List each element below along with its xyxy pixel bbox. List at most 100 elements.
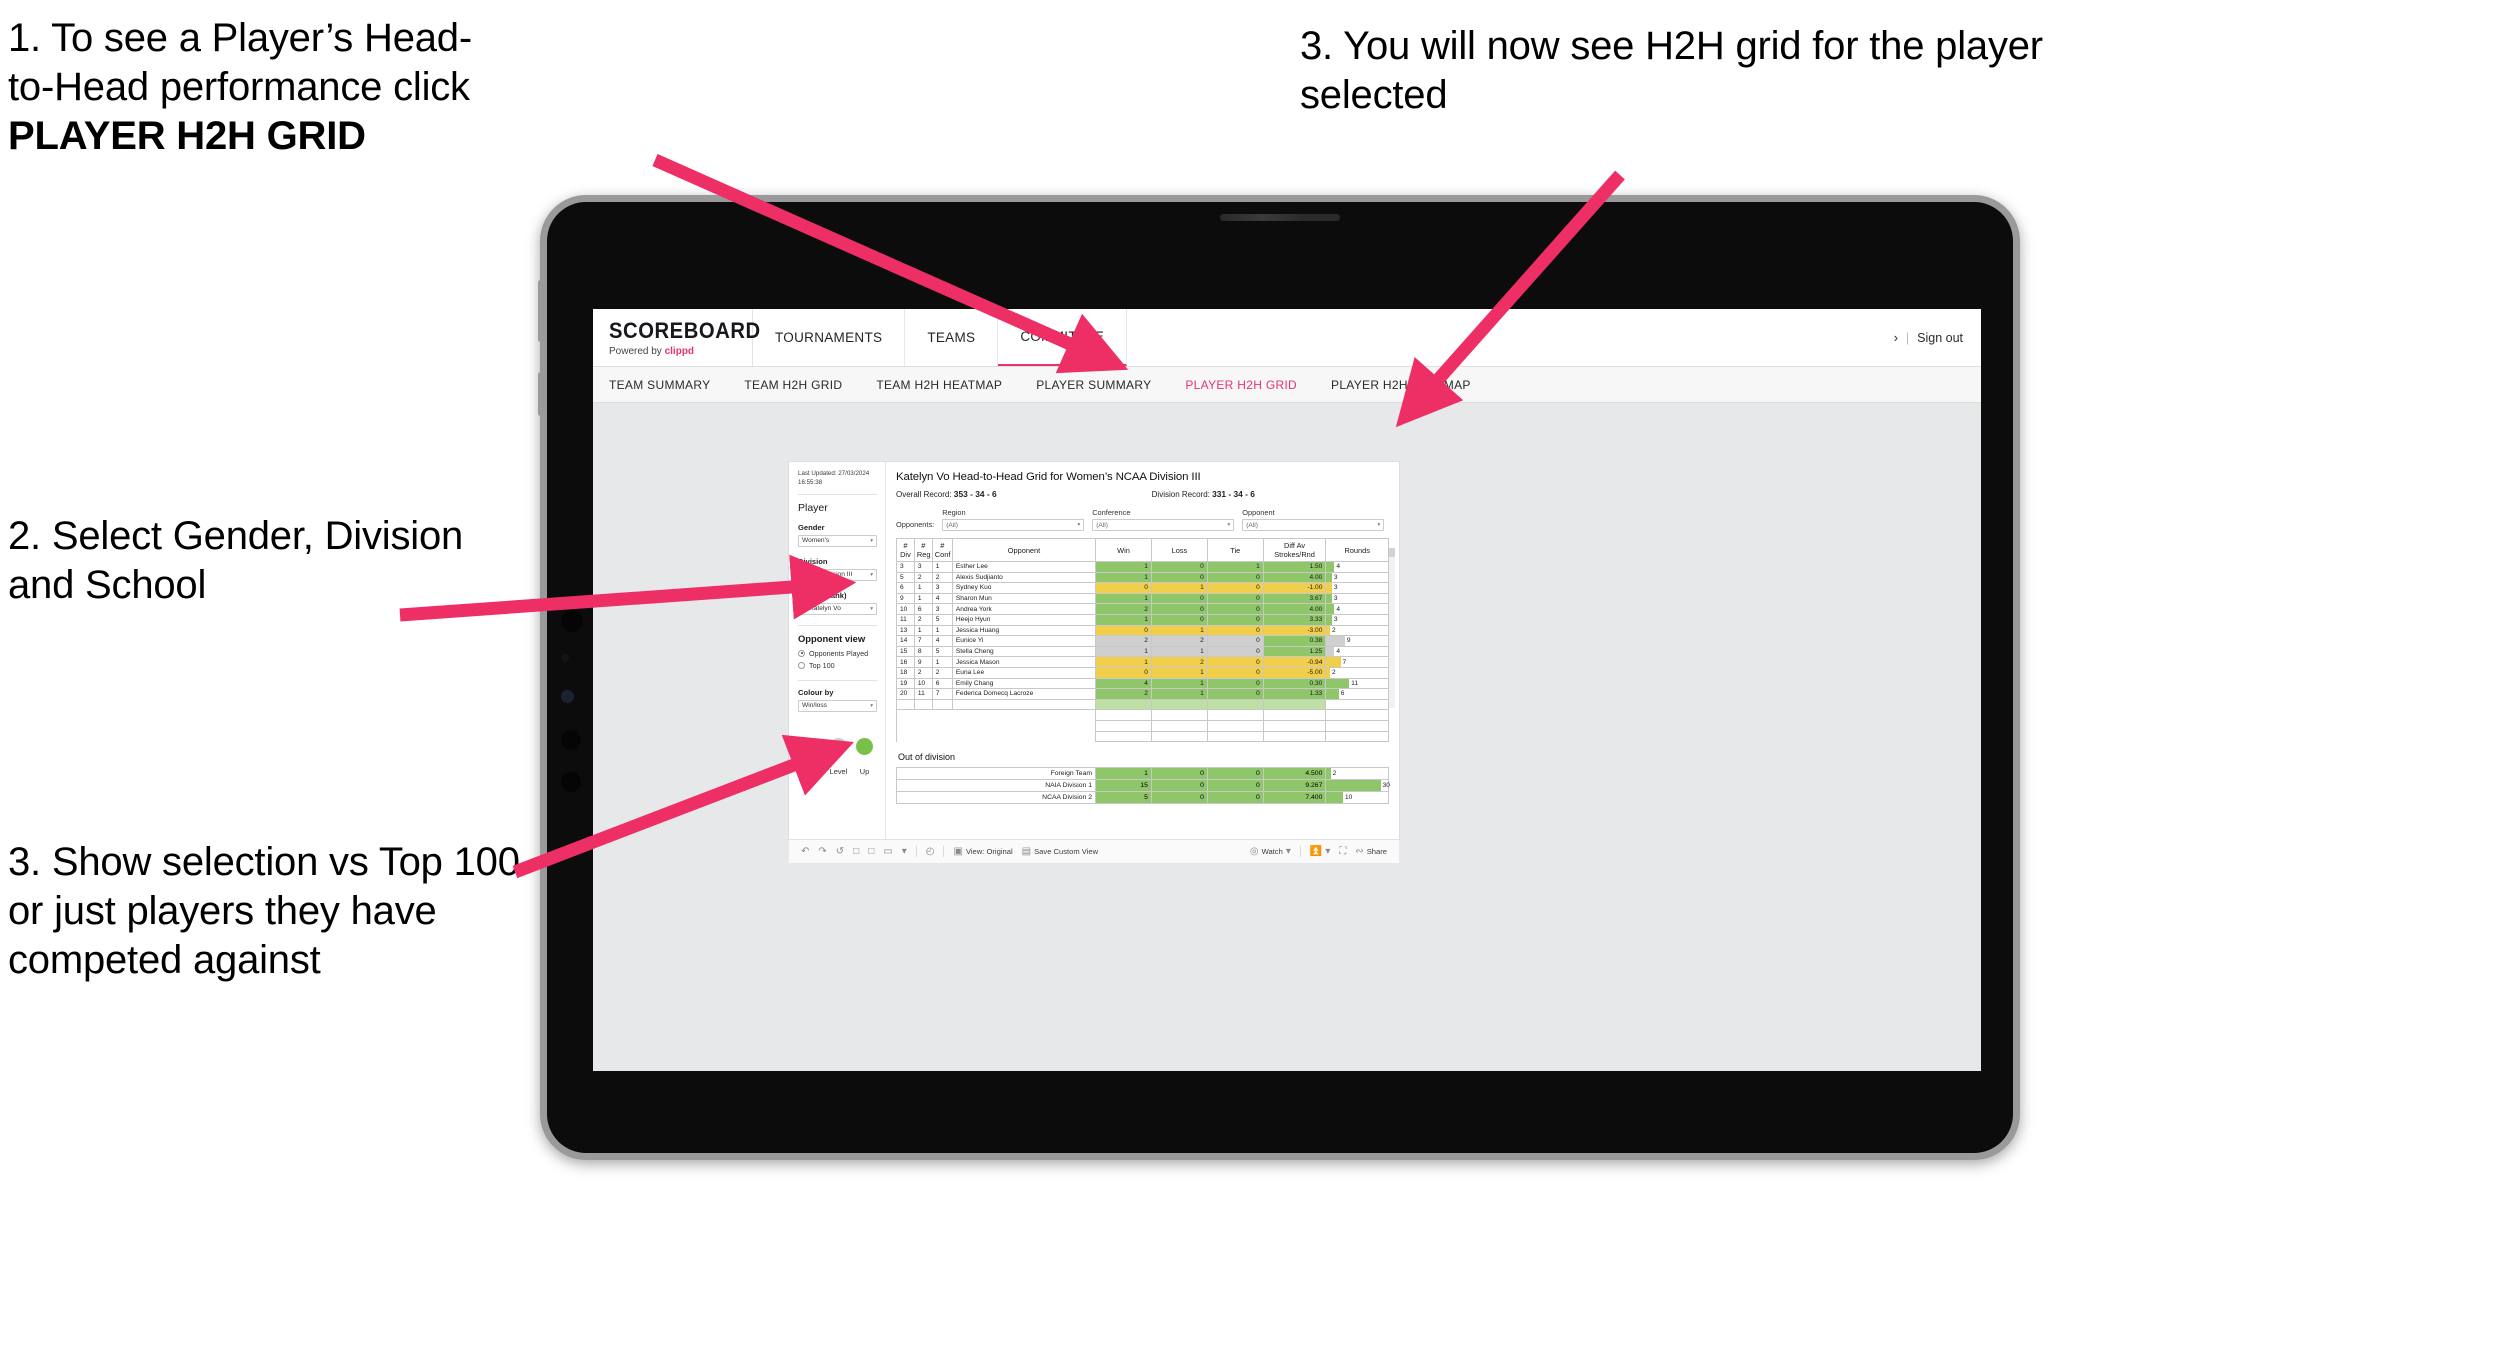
cell-opponent: Euna Lee	[951, 666, 1097, 679]
rect-icon[interactable]: ▭	[883, 846, 892, 857]
nav-tournaments[interactable]: TOURNAMENTS	[753, 309, 906, 366]
table-row[interactable]: 18 2 2 Euna Lee 0 1 0 -5.00 2	[896, 666, 1389, 679]
cell-ood-name: NCAA Division 2	[895, 791, 1097, 805]
cell-opponent: Andrea York	[951, 603, 1097, 615]
table-row[interactable]: 16 9 1 Jessica Mason 1 2 0 -0.94 7	[896, 656, 1389, 668]
cell-rounds: 3	[1325, 571, 1389, 584]
view-original-button[interactable]: ▣ View: Original	[953, 846, 1012, 857]
subnav-player-h2h-grid[interactable]: PLAYER H2H GRID	[1185, 378, 1297, 392]
cell-div: 20	[896, 688, 915, 700]
conference-select[interactable]: (All) ▾	[1092, 519, 1235, 531]
col-reg-text: Reg	[916, 550, 931, 559]
dashboard-canvas: Last Updated: 27/03/2024 16:55:38 Player…	[593, 403, 1981, 1071]
h2h-grid-body: 3 3 1 Esther Lee 1 0 1 1.50 4 5 2 2 Alexis Sudjianto…	[896, 561, 1389, 743]
table-row[interactable]: 6 1 3 Sydney Kuo 0 1 0 -1.00 3	[896, 582, 1389, 594]
undo-icon[interactable]: ↶	[801, 846, 809, 857]
h2h-grid-header: # Div # Reg # Conf Opponent Win Loss Tie Di…	[896, 538, 1389, 562]
cell-diff: -0.94	[1262, 656, 1327, 668]
cell-conf: 4	[931, 592, 953, 605]
table-row[interactable]: 15 8 5 Stella Cheng 1 1 0 1.25 4	[896, 645, 1389, 658]
cell-opponent: Esther Lee	[951, 561, 1097, 573]
colour-by-select[interactable]: Win/loss ▾	[798, 699, 877, 712]
subnav-player-h2h-heatmap[interactable]: PLAYER H2H HEATMAP	[1331, 378, 1471, 392]
cell-conf: 1	[931, 624, 953, 637]
table-row[interactable]: 5 2 2 Alexis Sudjianto 1 0 0 4.00 3	[896, 571, 1389, 584]
cell-reg: 1	[913, 582, 933, 594]
cell-empty	[932, 720, 952, 731]
cell-loss: 2	[1150, 635, 1208, 647]
opponent-select[interactable]: (All) ▾	[1242, 519, 1385, 531]
chevron-down-icon[interactable]: ▾	[902, 846, 907, 857]
cell-empty	[1262, 709, 1327, 721]
table-row[interactable]: 14 7 4 Eunice Yi 2 2 0 0.38 9	[896, 635, 1389, 647]
table-row[interactable]: 20 11 7 Federica Domecq Lacroze 2 1 0 1.33 6	[896, 688, 1389, 700]
chevron-down-icon: ▾	[1377, 522, 1381, 528]
cell-conf: 2	[931, 666, 953, 679]
sign-out-link[interactable]: Sign out	[1917, 331, 1963, 345]
subnav-team-h2h-grid[interactable]: TEAM H2H GRID	[744, 378, 842, 392]
gender-value: Women's	[802, 537, 830, 545]
player-select[interactable]: 8. Katelyn Vo ▾	[798, 602, 877, 615]
cell-div: 10	[896, 603, 915, 615]
radio-opponents-played[interactable]: Opponents Played	[798, 649, 877, 658]
cell-win: 1	[1095, 656, 1152, 668]
radio-top-100[interactable]: Top 100	[798, 661, 877, 670]
brand-logo[interactable]: SCOREBOARD Powered by clippd	[593, 309, 760, 366]
subnav-team-summary[interactable]: TEAM SUMMARY	[609, 378, 710, 392]
nav-committee[interactable]: COMMITTEE	[998, 309, 1128, 366]
table-row[interactable]: 13 1 1 Jessica Huang 0 1 0 -3.00 2	[896, 624, 1389, 637]
table-row[interactable]: 10 6 3 Andrea York 2 0 0 4.00 4	[896, 603, 1389, 615]
table-scrollbar[interactable]	[1389, 548, 1395, 708]
subnav-team-h2h-heatmap[interactable]: TEAM H2H HEATMAP	[876, 378, 1002, 392]
cell-ood-loss: 0	[1150, 779, 1208, 793]
cell-diff: 3.33	[1262, 613, 1327, 626]
out-of-division-row[interactable]: NCAA Division 2 5 0 0 7.400 10	[895, 791, 1389, 805]
cell-ood-diff: 4.500	[1262, 767, 1327, 781]
share-icon: ∾	[1355, 846, 1364, 857]
player-value: 8. Katelyn Vo	[802, 605, 841, 613]
table-row[interactable]: 11 2 5 Heejo Hyun 1 0 0 3.33 3	[896, 613, 1389, 626]
cell-ood-tie: 0	[1206, 767, 1264, 781]
cell-empty	[896, 709, 915, 721]
redo-icon[interactable]: ↷	[818, 846, 826, 857]
division-select[interactable]: NCAA Division III ▾	[798, 568, 877, 581]
pause-icon[interactable]: □	[868, 846, 874, 857]
cell-reg: 3	[913, 561, 933, 573]
account-chevron-icon[interactable]: ›	[1894, 331, 1898, 345]
cell-reg: 2	[913, 571, 933, 584]
revert-icon[interactable]: ↺	[836, 846, 844, 857]
cell-rounds: 2	[1325, 624, 1389, 637]
fullscreen-icon[interactable]: ⛶	[1339, 846, 1346, 857]
subnav-player-summary[interactable]: PLAYER SUMMARY	[1036, 378, 1151, 392]
table-row-empty	[896, 719, 1389, 732]
cell-loss: 0	[1150, 571, 1208, 584]
save-custom-view-button[interactable]: ▤ Save Custom View	[1022, 846, 1098, 857]
legend-item-down: Down	[802, 737, 821, 779]
out-of-division-table: Foreign Team 1 0 0 4.500 2 NAIA Division 1 15 0 0…	[895, 767, 1390, 805]
cell-div: 13	[896, 624, 915, 637]
out-of-division-row[interactable]: Foreign Team 1 0 0 4.500 2	[895, 767, 1389, 781]
table-scrollbar-thumb[interactable]	[1389, 548, 1395, 557]
table-row[interactable]: 19 10 6 Emily Chang 4 1 0 0.30 11	[896, 677, 1389, 690]
conference-value: (All)	[1096, 521, 1108, 529]
cell-opponent: Sharon Mun	[951, 592, 1097, 605]
legend-swatch-up	[855, 737, 873, 755]
cell-rounds: 7	[1325, 656, 1389, 668]
refresh-icon[interactable]: □	[853, 846, 859, 857]
download-button[interactable]: ⏫ ▾	[1310, 846, 1330, 857]
region-select[interactable]: (All) ▾	[942, 519, 1085, 531]
save-view-icon: ▤	[1021, 846, 1032, 857]
clock-icon[interactable]: ◴	[926, 846, 935, 857]
opponent-view-heading: Opponent view	[798, 632, 866, 644]
watch-button[interactable]: ◎ Watch ▾	[1250, 846, 1291, 857]
divider	[798, 493, 877, 495]
out-of-division-row[interactable]: NAIA Division 1 15 0 0 9.267 30	[895, 779, 1390, 793]
table-row[interactable]: 9 1 4 Sharon Mun 1 0 0 3.67 3	[896, 592, 1389, 605]
share-button[interactable]: ∾ Share	[1355, 846, 1387, 857]
col-reg-hash: #	[921, 541, 926, 550]
cell-ood-diff: 9.267	[1262, 779, 1327, 793]
table-row[interactable]: 3 3 1 Esther Lee 1 0 1 1.50 4	[896, 561, 1389, 573]
download-icon: ⏫	[1309, 846, 1323, 857]
gender-select[interactable]: Women's ▾	[798, 534, 877, 547]
nav-teams[interactable]: TEAMS	[905, 309, 999, 366]
